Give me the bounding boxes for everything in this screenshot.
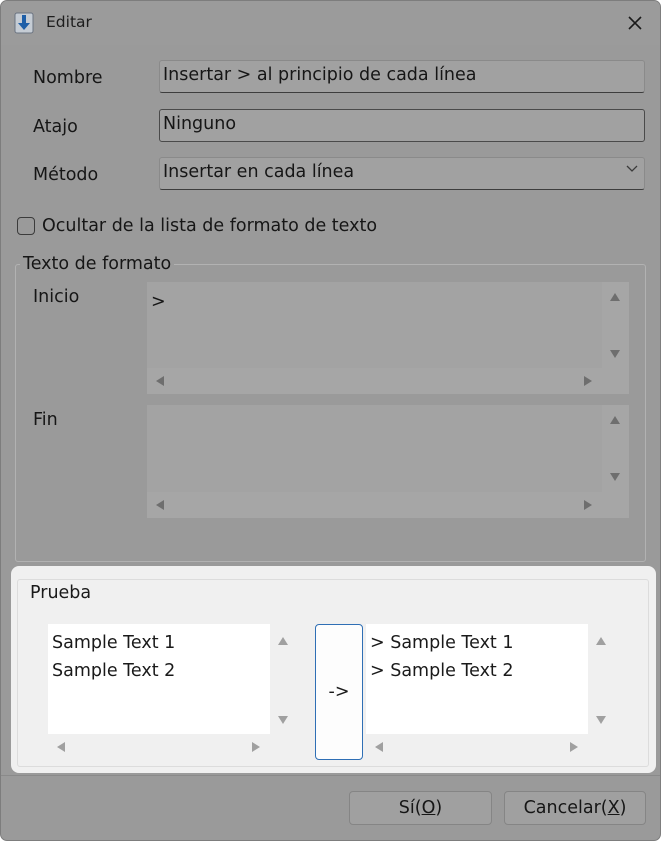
test-panel: Prueba Sample Text 1 Sample Text 2 -> > … <box>11 566 656 773</box>
scroll-left-icon[interactable] <box>156 500 164 510</box>
fin-label: Fin <box>33 410 58 430</box>
apply-format-button[interactable]: -> <box>315 624 363 760</box>
test-output-hscrollbar[interactable] <box>366 734 615 760</box>
cancel-label-suffix: ) <box>619 798 627 818</box>
chevron-down-icon[interactable] <box>626 165 638 173</box>
ok-label-suffix: ) <box>435 798 443 818</box>
scroll-left-icon[interactable] <box>57 742 65 752</box>
scroll-left-icon[interactable] <box>375 742 383 752</box>
nombre-input[interactable]: Insertar > al principio de cada línea <box>159 60 645 93</box>
scroll-up-icon[interactable] <box>596 637 606 645</box>
test-output-text[interactable]: > Sample Text 1 > Sample Text 2 <box>370 629 514 685</box>
cancel-label-prefix: Cancelar( <box>523 798 608 818</box>
inicio-hscrollbar[interactable] <box>147 368 629 394</box>
test-input-text[interactable]: Sample Text 1 Sample Text 2 <box>52 629 175 685</box>
scroll-down-icon[interactable] <box>596 716 606 724</box>
window-title: Editar <box>46 13 92 31</box>
inicio-vscrollbar[interactable] <box>602 282 629 368</box>
fin-hscrollbar[interactable] <box>147 492 629 518</box>
inicio-text[interactable]: > <box>151 288 166 316</box>
cancel-button[interactable]: Cancelar(X) <box>504 791 646 825</box>
scroll-left-icon[interactable] <box>156 376 164 386</box>
hide-from-list-label[interactable]: Ocultar de la lista de formato de texto <box>42 216 377 236</box>
test-group-title: Prueba <box>27 583 95 603</box>
inicio-label: Inicio <box>33 287 80 307</box>
scroll-down-icon[interactable] <box>278 716 288 724</box>
ok-button[interactable]: Sí(O) <box>349 791 492 825</box>
scroll-right-icon[interactable] <box>584 376 592 386</box>
test-input-memo[interactable]: Sample Text 1 Sample Text 2 <box>48 624 297 760</box>
ok-mnemonic: O <box>421 798 436 818</box>
scroll-right-icon[interactable] <box>584 500 592 510</box>
test-output-vscrollbar[interactable] <box>588 624 615 734</box>
scroll-right-icon[interactable] <box>570 742 578 752</box>
metodo-select[interactable]: Insertar en cada línea <box>159 157 645 190</box>
scroll-up-icon[interactable] <box>278 637 288 645</box>
footer-divider <box>1 775 660 776</box>
scroll-down-icon[interactable] <box>610 473 620 481</box>
test-group: Prueba Sample Text 1 Sample Text 2 -> > … <box>17 579 649 767</box>
test-input-vscrollbar[interactable] <box>270 624 297 734</box>
test-output-memo[interactable]: > Sample Text 1 > Sample Text 2 <box>366 624 615 760</box>
edit-dialog: Editar Nombre Insertar > al principio de… <box>0 0 661 841</box>
close-icon <box>628 16 642 30</box>
format-group-title: Texto de formato <box>20 254 175 274</box>
metodo-label: Método <box>33 165 99 185</box>
download-arrow-icon <box>14 12 34 34</box>
nombre-label: Nombre <box>33 68 103 88</box>
ok-label-prefix: Sí( <box>398 798 422 818</box>
fin-vscrollbar[interactable] <box>602 405 629 492</box>
title-bar: Editar <box>1 1 660 45</box>
close-button[interactable] <box>615 5 655 41</box>
cancel-mnemonic: X <box>607 798 620 818</box>
fin-memo[interactable] <box>147 405 629 518</box>
inicio-memo[interactable]: > <box>147 282 629 394</box>
atajo-input[interactable]: Ninguno <box>159 109 645 142</box>
hide-from-list-checkbox[interactable] <box>17 217 35 235</box>
atajo-label: Atajo <box>33 117 78 137</box>
scroll-up-icon[interactable] <box>610 293 620 301</box>
scroll-down-icon[interactable] <box>610 350 620 358</box>
scroll-up-icon[interactable] <box>610 416 620 424</box>
test-input-hscrollbar[interactable] <box>48 734 297 760</box>
scroll-right-icon[interactable] <box>252 742 260 752</box>
